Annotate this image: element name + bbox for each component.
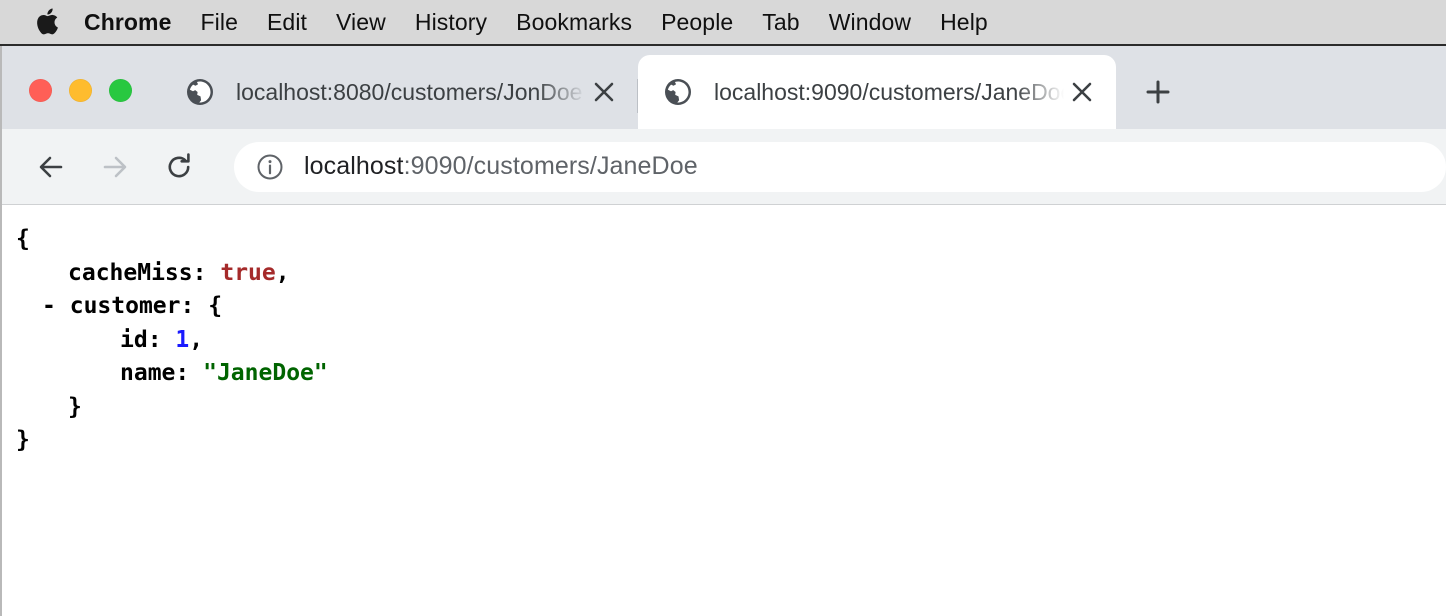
json-key-customer: customer: bbox=[69, 293, 195, 319]
close-window-button[interactable] bbox=[29, 79, 52, 102]
json-comma-1: , bbox=[275, 259, 290, 286]
new-tab-button[interactable] bbox=[1130, 64, 1186, 120]
tab-close-button-2[interactable] bbox=[1064, 74, 1100, 110]
address-bar[interactable]: localhost:9090/customers/JaneDoe bbox=[234, 141, 1446, 192]
tab-title-1: localhost:8080/customers/JonDoe bbox=[236, 78, 583, 105]
json-close-brace-customer: } bbox=[68, 393, 82, 420]
menu-item-bookmarks[interactable]: Bookmarks bbox=[516, 9, 632, 36]
apple-logo-icon[interactable] bbox=[34, 7, 60, 37]
macos-menubar: Chrome File Edit View History Bookmarks … bbox=[0, 0, 1446, 46]
menu-item-history[interactable]: History bbox=[415, 9, 487, 36]
chrome-browser-window: localhost:8080/customers/JonDoe localhos… bbox=[0, 46, 1446, 616]
json-collapse-toggle-customer[interactable]: - bbox=[42, 293, 56, 319]
menu-item-help[interactable]: Help bbox=[940, 9, 988, 36]
url-host: localhost bbox=[304, 152, 404, 180]
json-key-cachemiss: cacheMiss: bbox=[68, 259, 207, 286]
json-open-brace: { bbox=[16, 226, 30, 252]
address-bar-url: localhost:9090/customers/JaneDoe bbox=[304, 152, 698, 181]
menu-item-people[interactable]: People bbox=[661, 9, 733, 36]
back-arrow-icon[interactable] bbox=[26, 142, 76, 192]
browser-tab-1[interactable]: localhost:8080/customers/JonDoe bbox=[160, 55, 638, 129]
forward-arrow-icon bbox=[90, 142, 140, 192]
browser-toolbar: localhost:9090/customers/JaneDoe bbox=[0, 129, 1446, 205]
json-open-brace-customer: { bbox=[208, 293, 223, 319]
menu-item-file[interactable]: File bbox=[201, 9, 238, 36]
json-key-id: id: bbox=[120, 326, 162, 353]
menu-item-chrome[interactable]: Chrome bbox=[84, 9, 172, 36]
url-path: :9090/customers/JaneDoe bbox=[403, 152, 698, 180]
menu-item-edit[interactable]: Edit bbox=[267, 9, 307, 36]
json-value-id: 1 bbox=[175, 326, 190, 353]
page-content-json-viewer: { cacheMiss: true, - customer: { id: 1, … bbox=[0, 205, 1446, 616]
tab-title-2: localhost:9090/customers/JaneDoe bbox=[714, 78, 1064, 105]
menu-item-view[interactable]: View bbox=[336, 9, 386, 36]
tab-strip: localhost:8080/customers/JonDoe localhos… bbox=[0, 46, 1446, 129]
tabs-row: localhost:8080/customers/JonDoe localhos… bbox=[160, 46, 1186, 129]
json-value-name: "JaneDoe" bbox=[203, 360, 328, 386]
info-circle-icon[interactable] bbox=[254, 151, 286, 183]
globe-icon bbox=[664, 78, 692, 106]
window-traffic-lights bbox=[29, 79, 132, 102]
window-left-edge bbox=[0, 46, 2, 616]
tab-close-button-1[interactable] bbox=[586, 74, 622, 110]
globe-icon bbox=[186, 78, 214, 106]
menu-item-tab[interactable]: Tab bbox=[762, 9, 799, 36]
json-close-brace: } bbox=[16, 427, 30, 453]
reload-icon[interactable] bbox=[154, 142, 204, 192]
maximize-window-button[interactable] bbox=[109, 79, 132, 102]
menu-item-window[interactable]: Window bbox=[829, 9, 911, 36]
json-key-name: name: bbox=[120, 360, 190, 386]
json-comma-2: , bbox=[189, 326, 204, 353]
json-document: { cacheMiss: true, - customer: { id: 1, … bbox=[16, 223, 1446, 458]
browser-tab-2[interactable]: localhost:9090/customers/JaneDoe bbox=[638, 55, 1116, 129]
minimize-window-button[interactable] bbox=[69, 79, 92, 102]
json-value-cachemiss: true bbox=[220, 259, 276, 286]
